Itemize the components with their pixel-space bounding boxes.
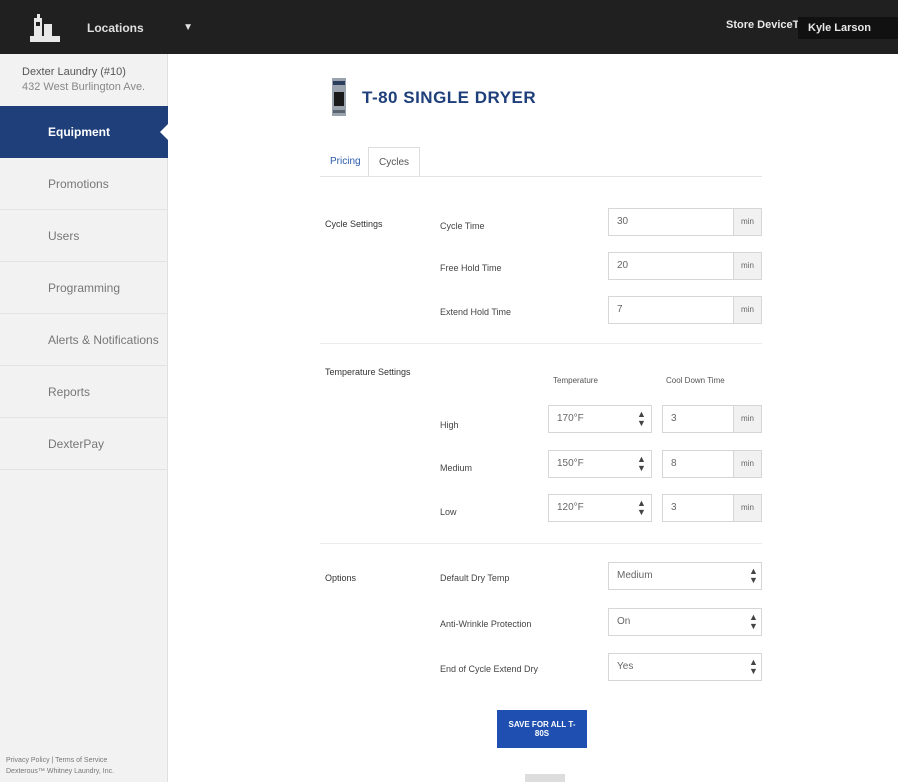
stepper-icon: ▲ ▼ — [749, 566, 758, 585]
free-hold-time-unit: min — [733, 252, 762, 280]
temp-select-high[interactable]: 170°F ▲ ▼ — [548, 405, 652, 433]
tab-pricing[interactable]: Pricing — [320, 147, 371, 177]
footer-links[interactable]: Privacy Policy | Terms of Service — [6, 755, 114, 766]
sidebar-item-users[interactable]: Users — [0, 210, 168, 262]
sidebar-item-alerts[interactable]: Alerts & Notifications — [0, 314, 168, 366]
temp-select-medium[interactable]: 150°F ▲ ▼ — [548, 450, 652, 478]
sidebar-footer: Privacy Policy | Terms of Service Dexter… — [6, 755, 114, 777]
stepper-icon: ▲ ▼ — [637, 454, 646, 473]
copyright: Dexterous™ Whitney Laundry, Inc. — [6, 768, 115, 775]
dexter-logo-icon[interactable] — [28, 12, 62, 44]
sidebar-item-equipment[interactable]: Equipment — [0, 106, 168, 158]
sidebar-item-label: Users — [48, 229, 80, 243]
page-title: T-80 SINGLE DRYER — [362, 88, 537, 107]
extend-hold-time-label: Extend Hold Time — [440, 307, 512, 317]
store-name: Dexter Laundry (#10) — [22, 66, 126, 78]
sidebar-item-label: Reports — [48, 385, 91, 399]
cycle-time-input[interactable]: 30 — [608, 208, 734, 236]
extend-dry-select[interactable]: Yes ▲ ▼ — [608, 653, 762, 681]
sidebar-item-label: DexterPay — [48, 437, 105, 451]
extend-dry-label: End of Cycle Extend Dry — [440, 664, 539, 674]
section-temperature-settings: Temperature Settings — [325, 367, 411, 377]
sidebar-item-dexterpay[interactable]: DexterPay — [0, 418, 168, 470]
save-button[interactable]: SAVE FOR ALL T-80S — [497, 710, 587, 748]
temp-row-label: High — [440, 420, 459, 430]
cool-down-input-low[interactable]: 3 — [662, 494, 734, 522]
free-hold-time-label: Free Hold Time — [440, 263, 502, 273]
section-divider — [320, 343, 762, 344]
stepper-icon: ▲ ▼ — [749, 657, 758, 676]
sidebar-item-promotions[interactable]: Promotions — [0, 158, 168, 210]
cool-down-unit: min — [733, 450, 762, 478]
location-dropdown[interactable]: Locations ▼ — [77, 17, 197, 39]
sidebar-item-label: Alerts & Notifications — [48, 333, 159, 347]
cool-down-unit: min — [733, 494, 762, 522]
sidebar-item-reports[interactable]: Reports — [0, 366, 168, 418]
extend-hold-time-unit: min — [733, 296, 762, 324]
col-header-temperature: Temperature — [553, 376, 598, 385]
bottom-element — [525, 774, 565, 782]
anti-wrinkle-label: Anti-Wrinkle Protection — [440, 619, 532, 629]
section-cycle-settings: Cycle Settings — [325, 219, 383, 229]
tab-cycles[interactable]: Cycles — [368, 147, 421, 177]
select-value: On — [617, 616, 631, 627]
cycle-time-label: Cycle Time — [440, 221, 485, 231]
temp-select-value: 170°F — [557, 413, 584, 424]
section-divider — [320, 543, 762, 544]
temp-select-value: 120°F — [557, 502, 584, 513]
sidebar-item-label: Equipment — [48, 125, 110, 139]
chevron-down-icon: ▼ — [183, 22, 193, 33]
anti-wrinkle-select[interactable]: On ▲ ▼ — [608, 608, 762, 636]
free-hold-time-input[interactable]: 20 — [608, 252, 734, 280]
extend-hold-time-input[interactable]: 7 — [608, 296, 734, 324]
cool-down-input-medium[interactable]: 8 — [662, 450, 734, 478]
cool-down-unit: min — [733, 405, 762, 433]
col-header-cool-down: Cool Down Time — [666, 376, 725, 385]
temp-row-label: Medium — [440, 463, 473, 473]
section-options: Options — [325, 573, 357, 583]
stepper-icon: ▲ ▼ — [637, 409, 646, 428]
select-value: Medium — [617, 570, 653, 581]
temp-select-low[interactable]: 120°F ▲ ▼ — [548, 494, 652, 522]
default-dry-temp-select[interactable]: Medium ▲ ▼ — [608, 562, 762, 590]
sidebar-item-programming[interactable]: Programming — [0, 262, 168, 314]
select-value: Yes — [617, 661, 634, 672]
stepper-icon: ▲ ▼ — [637, 498, 646, 517]
dryer-icon — [332, 78, 346, 116]
top-navbar: Locations ▼ Store DeviceTag Kyle Larson — [0, 0, 898, 54]
cool-down-input-high[interactable]: 3 — [662, 405, 734, 433]
cycle-time-unit: min — [733, 208, 762, 236]
temp-select-value: 150°F — [557, 458, 584, 469]
sidebar-item-label: Promotions — [48, 177, 109, 191]
location-dropdown-label: Locations — [87, 21, 144, 35]
sidebar-item-label: Programming — [48, 281, 121, 295]
temp-row-label: Low — [440, 507, 457, 517]
default-dry-temp-label: Default Dry Temp — [440, 573, 510, 583]
user-menu[interactable]: Kyle Larson — [798, 17, 898, 39]
store-address: 432 West Burlington Ave. — [22, 81, 146, 93]
tabs-divider — [320, 176, 762, 177]
stepper-icon: ▲ ▼ — [749, 612, 758, 631]
